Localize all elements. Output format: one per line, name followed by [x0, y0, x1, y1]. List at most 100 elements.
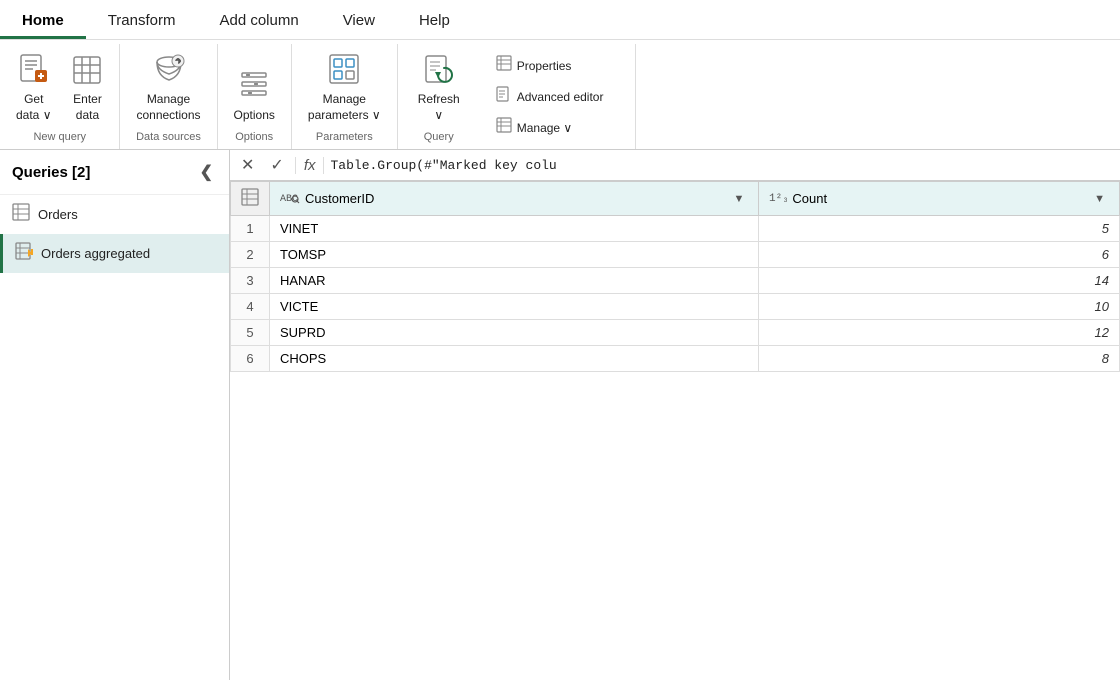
enter-data-button[interactable]: Enterdata [63, 50, 111, 127]
svg-text:1²₃: 1²₃ [769, 193, 787, 204]
ribbon-group-parameters-label: Parameters [300, 127, 389, 145]
manage-parameters-label: Manageparameters ∨ [308, 92, 381, 123]
cell-count: 12 [759, 320, 1120, 346]
ribbon-group-query: Refresh∨ Query Properties [398, 44, 637, 149]
data-table: ABC CustomerID ▼ [230, 181, 1120, 372]
options-label: Options [234, 108, 275, 124]
ribbon-group-data-sources-label: Data sources [128, 127, 208, 145]
enter-data-label: Enterdata [73, 92, 102, 123]
ribbon-group-options-items: Options [226, 48, 283, 127]
table-row: 1 VINET 5 [231, 216, 1120, 242]
get-data-icon [17, 52, 51, 90]
formula-cancel-button[interactable]: ✕ [236, 153, 259, 177]
formula-bar: ✕ ✓ fx Table.Group(#"Marked key colu [230, 150, 1120, 181]
ribbon-group-options-label: Options [226, 127, 283, 145]
manage-connections-button[interactable]: Manageconnections [128, 48, 208, 127]
column-header-count-inner: 1²₃ Count ▼ [769, 190, 1109, 207]
manage-connections-icon [152, 52, 186, 90]
properties-label: Properties [517, 59, 572, 73]
ribbon-group-parameters-items: Manageparameters ∨ [300, 48, 389, 127]
column-header-count[interactable]: 1²₃ Count ▼ [759, 182, 1120, 216]
table-row: 5 SUPRD 12 [231, 320, 1120, 346]
main-area: Queries [2] ❮ Orders [0, 150, 1120, 680]
cell-count: 10 [759, 294, 1120, 320]
cell-count: 6 [759, 242, 1120, 268]
cell-customerid: HANAR [270, 268, 759, 294]
tab-view[interactable]: View [321, 2, 397, 39]
table-row: 3 HANAR 14 [231, 268, 1120, 294]
formula-content: Table.Group(#"Marked key colu [330, 158, 1114, 173]
ribbon-group-parameters: Manageparameters ∨ Parameters [292, 44, 398, 149]
table-corner-icon [231, 182, 270, 216]
tab-add-column[interactable]: Add column [197, 2, 320, 39]
ribbon-group-options: Options Options [218, 44, 292, 149]
row-index: 3 [231, 268, 270, 294]
count-column-label: Count [792, 191, 827, 206]
cell-count: 14 [759, 268, 1120, 294]
sidebar-item-orders-aggregated[interactable]: Orders aggregated [0, 234, 229, 273]
cell-count: 5 [759, 216, 1120, 242]
tab-bar: Home Transform Add column View Help [0, 0, 1120, 40]
advanced-editor-icon [496, 86, 512, 107]
manage-parameters-button[interactable]: Manageparameters ∨ [300, 48, 389, 127]
options-button[interactable]: Options [226, 64, 283, 128]
sidebar-title: Queries [2] [12, 164, 90, 181]
manage-label: Manage ∨ [517, 121, 572, 135]
cell-customerid: CHOPS [270, 346, 759, 372]
properties-icon [496, 55, 512, 76]
formula-fx-label: fx [295, 157, 325, 174]
table-row: 2 TOMSP 6 [231, 242, 1120, 268]
cell-count: 8 [759, 346, 1120, 372]
sidebar-header: Queries [2] ❮ [0, 150, 229, 195]
customerid-type-icon: ABC [280, 190, 300, 207]
manage-connections-label: Manageconnections [136, 92, 200, 123]
table-row: 6 CHOPS 8 [231, 346, 1120, 372]
cell-customerid: TOMSP [270, 242, 759, 268]
tab-home[interactable]: Home [0, 2, 86, 39]
ribbon: Getdata ∨ Enterdata New query [0, 40, 1120, 150]
cell-customerid: VICTE [270, 294, 759, 320]
refresh-button[interactable]: Refresh∨ [410, 48, 468, 127]
refresh-label: Refresh∨ [418, 92, 460, 123]
enter-data-icon [71, 54, 103, 90]
row-index: 2 [231, 242, 270, 268]
sidebar-orders-label: Orders [38, 207, 78, 222]
row-index: 6 [231, 346, 270, 372]
data-table-container[interactable]: ABC CustomerID ▼ [230, 181, 1120, 680]
formula-accept-button[interactable]: ✓ [265, 153, 288, 177]
advanced-editor-button[interactable]: Advanced editor [488, 83, 612, 110]
ribbon-group-new-query: Getdata ∨ Enterdata New query [0, 44, 120, 149]
ribbon-group-query-items: Refresh∨ [410, 48, 468, 127]
properties-button[interactable]: Properties [488, 52, 612, 79]
ribbon-group-new-query-items: Getdata ∨ Enterdata [8, 48, 111, 127]
tab-transform[interactable]: Transform [86, 2, 198, 39]
ribbon-query-side-buttons: Properties Advanced editor [476, 48, 624, 145]
manage-button[interactable]: Manage ∨ [488, 114, 612, 141]
cell-customerid: VINET [270, 216, 759, 242]
column-header-customerid[interactable]: ABC CustomerID ▼ [270, 182, 759, 216]
customerid-dropdown-button[interactable]: ▼ [730, 191, 749, 207]
tab-help[interactable]: Help [397, 2, 472, 39]
customerid-column-label: CustomerID [305, 191, 374, 206]
orders-aggregated-icon [15, 242, 33, 265]
options-icon [238, 68, 270, 106]
sidebar-orders-aggregated-label: Orders aggregated [41, 246, 150, 261]
ribbon-group-new-query-label: New query [8, 127, 111, 145]
ribbon-group-query-label: Query [424, 127, 454, 145]
table-row: 4 VICTE 10 [231, 294, 1120, 320]
advanced-editor-label: Advanced editor [517, 90, 604, 104]
count-dropdown-button[interactable]: ▼ [1090, 191, 1109, 207]
cell-customerid: SUPRD [270, 320, 759, 346]
get-data-button[interactable]: Getdata ∨ [8, 48, 59, 127]
get-data-label: Getdata ∨ [16, 92, 51, 123]
column-header-customerid-inner: ABC CustomerID ▼ [280, 190, 748, 207]
manage-parameters-icon [327, 52, 361, 90]
ribbon-group-data-sources: Manageconnections Data sources [120, 44, 217, 149]
manage-icon [496, 117, 512, 138]
sidebar: Queries [2] ❮ Orders [0, 150, 230, 680]
ribbon-group-data-sources-items: Manageconnections [128, 48, 208, 127]
orders-table-icon [12, 203, 30, 226]
sidebar-item-orders[interactable]: Orders [0, 195, 229, 234]
count-type-icon: 1²₃ [769, 190, 787, 207]
sidebar-collapse-button[interactable]: ❮ [196, 160, 217, 184]
